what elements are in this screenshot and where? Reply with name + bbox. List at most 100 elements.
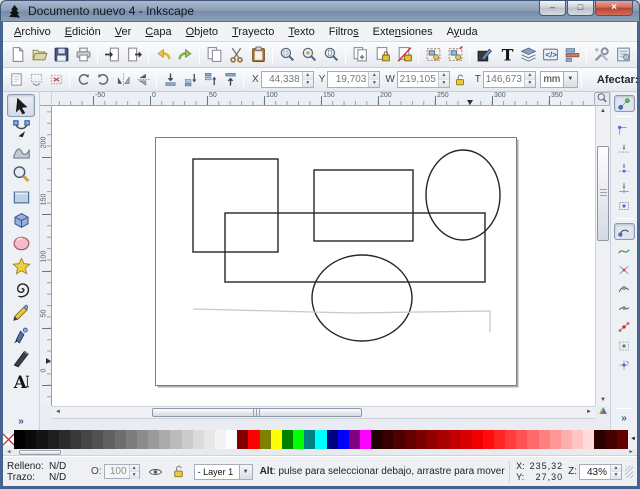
scroll-right-arrow[interactable]: ► [583, 407, 595, 418]
layer-visibility-eye-icon[interactable] [148, 464, 163, 479]
t-spinner[interactable]: ▲▼ [524, 72, 535, 87]
zoom-spinner[interactable]: ▲▼ [610, 465, 621, 479]
color-swatch[interactable] [226, 430, 237, 449]
snap-cusp-nodes-button[interactable] [614, 280, 635, 297]
select-all-layers-button[interactable] [26, 70, 46, 90]
color-swatch[interactable] [148, 430, 159, 449]
xml-editor-button[interactable]: </> [539, 44, 561, 66]
export-button[interactable] [123, 44, 145, 66]
raise-top-button[interactable] [220, 70, 240, 90]
zoom-field[interactable]: 43% ▲▼ [579, 464, 622, 480]
menu-ayuda[interactable]: Ayuda [440, 23, 485, 41]
menu-ver[interactable]: Ver [108, 23, 139, 41]
snap-rotation-center-button[interactable] [614, 356, 635, 373]
duplicate-button[interactable] [349, 44, 371, 66]
pencil-tool-button[interactable] [7, 301, 35, 324]
raise-button[interactable] [200, 70, 220, 90]
vertical-ruler[interactable]: 200150100500 [40, 106, 52, 406]
layers-dialog-button[interactable] [517, 44, 539, 66]
color-swatch[interactable] [539, 430, 550, 449]
copy-button[interactable] [203, 44, 225, 66]
color-swatch[interactable] [572, 430, 583, 449]
horizontal-ruler[interactable]: -50050100150200250300350 [52, 92, 594, 106]
color-swatch[interactable] [126, 430, 137, 449]
y-spinner[interactable]: ▲▼ [368, 72, 379, 87]
deselect-button[interactable] [46, 70, 66, 90]
swatch-none[interactable] [3, 430, 14, 449]
open-folder-button[interactable] [28, 44, 50, 66]
scroll-up-arrow[interactable]: ▲ [597, 106, 609, 117]
cut-button[interactable] [225, 44, 247, 66]
zoom-selection-button[interactable] [276, 44, 298, 66]
color-swatch[interactable] [405, 430, 416, 449]
snap-bbox-edge-button[interactable] [614, 140, 635, 157]
w-spinner[interactable]: ▲▼ [438, 72, 449, 87]
color-swatch[interactable] [594, 430, 605, 449]
color-swatch[interactable] [48, 430, 59, 449]
horizontal-scrollbar[interactable]: ◄ ► [52, 406, 595, 419]
undo-button[interactable] [152, 44, 174, 66]
menu-capa[interactable]: Capa [138, 23, 178, 41]
canvas-viewport[interactable] [52, 106, 595, 406]
star-tool-button[interactable] [7, 255, 35, 278]
menu-edición[interactable]: Edición [58, 23, 108, 41]
color-swatch[interactable] [304, 430, 315, 449]
color-swatch[interactable] [561, 430, 572, 449]
zoom-drawing-button[interactable] [298, 44, 320, 66]
calligraphy-tool-button[interactable] [7, 347, 35, 370]
color-swatch[interactable] [36, 430, 47, 449]
color-swatch[interactable] [215, 430, 226, 449]
text-dialog-button[interactable]: T [495, 44, 517, 66]
group-button[interactable] [422, 44, 444, 66]
y-field[interactable]: 19,703▲▼ [327, 71, 380, 88]
color-swatch[interactable] [427, 430, 438, 449]
color-swatch[interactable] [460, 430, 471, 449]
select-all-button[interactable] [6, 70, 26, 90]
ungroup-button[interactable] [444, 44, 466, 66]
rectangle-tool-button[interactable] [7, 186, 35, 209]
snap-paths-button[interactable] [614, 242, 635, 259]
color-swatch[interactable] [349, 430, 360, 449]
import-button[interactable] [101, 44, 123, 66]
flip-horizontal-button[interactable] [113, 70, 133, 90]
menu-filtros[interactable]: Filtros [322, 23, 366, 41]
menu-trayecto[interactable]: Trayecto [225, 23, 281, 41]
print-button[interactable] [72, 44, 94, 66]
align-dialog-button[interactable] [561, 44, 583, 66]
color-swatch[interactable] [360, 430, 371, 449]
palette-scroll-left-arrow[interactable]: ◄ [3, 449, 15, 456]
w-field[interactable]: 219,105▲▼ [397, 71, 450, 88]
color-swatch[interactable] [137, 430, 148, 449]
resize-grip[interactable] [625, 466, 633, 478]
color-swatch[interactable] [617, 430, 628, 449]
palette-scroll-right-arrow[interactable]: ► [625, 449, 637, 456]
color-swatch[interactable] [393, 430, 404, 449]
horizontal-scroll-thumb[interactable] [152, 408, 362, 417]
color-swatch[interactable] [338, 430, 349, 449]
maximize-button[interactable]: □ [567, 1, 594, 16]
selector-tool-button[interactable] [7, 94, 35, 117]
node-tool-button[interactable] [7, 117, 35, 140]
document-properties-button[interactable] [612, 44, 634, 66]
layer-lock-open-icon[interactable] [171, 464, 186, 479]
new-document-button[interactable] [6, 44, 28, 66]
color-swatch[interactable] [483, 430, 494, 449]
toolbox-overflow-chevron[interactable]: » [18, 416, 24, 427]
palette-scroll-thumb[interactable] [19, 450, 61, 455]
menu-extensiones[interactable]: Extensiones [366, 23, 440, 41]
lower-bottom-button[interactable] [160, 70, 180, 90]
lock-ratio-toggle[interactable] [451, 71, 469, 89]
snap-smooth-nodes-button[interactable] [614, 299, 635, 316]
snap-midpoints-button[interactable] [614, 318, 635, 335]
redo-button[interactable] [174, 44, 196, 66]
color-swatch[interactable] [14, 430, 25, 449]
color-swatch[interactable] [371, 430, 382, 449]
preferences-button[interactable] [590, 44, 612, 66]
color-swatch[interactable] [70, 430, 81, 449]
color-swatch[interactable] [315, 430, 326, 449]
rotate-ccw-button[interactable] [73, 70, 93, 90]
unit-selector[interactable]: mm▼ [540, 71, 578, 88]
unit-dropdown-arrow-icon[interactable]: ▼ [564, 71, 578, 88]
color-swatch[interactable] [438, 430, 449, 449]
unlink-clone-button[interactable] [393, 44, 415, 66]
